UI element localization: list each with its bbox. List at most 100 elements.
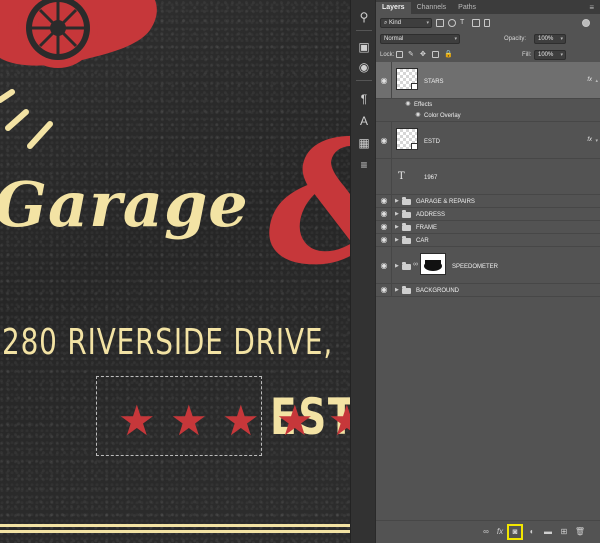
eye-icon[interactable]: ◉: [378, 135, 390, 147]
layer-row-frame[interactable]: ◉ ▶ FRAME: [376, 221, 600, 234]
expand-arrow-icon[interactable]: ▶: [395, 223, 399, 231]
filter-toggle-icon[interactable]: [582, 19, 590, 27]
eye-icon[interactable]: ◉: [378, 75, 390, 87]
type-filter-icon[interactable]: T: [460, 19, 468, 27]
layer-row-address[interactable]: ◉ ▶ ADDRESS: [376, 208, 600, 221]
fx-icon[interactable]: fx: [587, 137, 592, 143]
pixel-filter-icon[interactable]: [436, 19, 444, 27]
blend-mode-select[interactable]: Normal ▾: [380, 34, 460, 44]
folder-icon: [402, 223, 411, 231]
layer-mask-thumbnail[interactable]: [420, 253, 446, 275]
expand-arrow-icon[interactable]: ▶: [395, 236, 399, 244]
document-canvas[interactable]: & Garage 280 RIVERSIDE DRIVE, ★ ★ ★ ESTD…: [0, 0, 350, 543]
expand-arrow-icon[interactable]: ▶: [395, 197, 399, 205]
chevron-down-icon[interactable]: ▾: [595, 138, 598, 144]
layer-row-speedometer[interactable]: ◉ ▶ ∞ SPEEDOMETER: [376, 247, 600, 284]
row-divider: [391, 221, 392, 233]
lock-artboard-icon[interactable]: [432, 51, 439, 58]
chevron-up-icon[interactable]: ▴: [595, 78, 598, 84]
folder-icon: [402, 197, 411, 205]
lock-all-icon[interactable]: 🔒: [444, 51, 453, 58]
trash-icon[interactable]: 🗑: [574, 527, 586, 537]
effects-label: Effects: [414, 102, 433, 108]
search-icon: ⌕: [384, 20, 388, 26]
ampersand-graphic: &: [268, 118, 350, 288]
layer-row-car[interactable]: ◉ ▶ CAR: [376, 234, 600, 247]
info-icon[interactable]: ≡: [355, 156, 373, 174]
fx-icon[interactable]: fx: [494, 527, 506, 537]
eye-icon[interactable]: ◉: [378, 221, 390, 233]
smart-object-filter-icon[interactable]: [484, 19, 490, 27]
history-icon[interactable]: ▣: [355, 38, 373, 56]
expand-arrow-icon[interactable]: ▶: [395, 210, 399, 218]
layer-name[interactable]: FRAME: [416, 224, 437, 232]
eye-icon[interactable]: ◉: [378, 284, 390, 296]
lock-position-icon[interactable]: ✥: [420, 51, 427, 58]
garage-title: Garage: [0, 168, 249, 241]
expand-arrow-icon[interactable]: ▶: [395, 262, 399, 270]
address-text: 280 RIVERSIDE DRIVE,: [2, 322, 334, 363]
panel-tabs: Layers Channels Paths ≡: [376, 0, 600, 14]
layer-name[interactable]: STARS: [424, 78, 444, 86]
eye-icon[interactable]: ◉: [412, 110, 424, 120]
eye-icon[interactable]: ◉: [378, 234, 390, 246]
tab-paths[interactable]: Paths: [452, 2, 482, 14]
layer-name[interactable]: 1967: [424, 174, 437, 182]
link-icon[interactable]: ∞: [413, 261, 418, 268]
layer-row-estd[interactable]: ◉ ESTD fx ▾: [376, 122, 600, 159]
filter-row: ⌕ Kind ▾ T: [376, 16, 600, 30]
layer-row-1967[interactable]: T 1967: [376, 159, 600, 195]
eye-icon[interactable]: ◉: [378, 208, 390, 220]
smart-object-icon: [411, 83, 418, 90]
effects-row[interactable]: ◉ Effects: [376, 99, 600, 110]
layer-name[interactable]: ADDRESS: [416, 211, 445, 219]
row-divider: [391, 247, 392, 283]
tab-layers[interactable]: Layers: [376, 2, 411, 14]
color-overlay-row[interactable]: ◉ Color Overlay: [376, 110, 600, 122]
brush-settings-icon[interactable]: ⚲: [355, 8, 373, 26]
layer-row-stars[interactable]: ◉ STARS fx ▴: [376, 62, 600, 99]
opacity-field[interactable]: 100% ▾: [534, 34, 566, 44]
lock-image-icon[interactable]: ✎: [408, 51, 415, 58]
new-layer-icon[interactable]: ⊞: [558, 527, 570, 537]
properties-icon[interactable]: ◉: [355, 58, 373, 76]
layers-bottom-bar: ∞ fx ◙ ◐ ▬ ⊞ 🗑: [376, 520, 600, 543]
fill-field[interactable]: 100% ▾: [534, 50, 566, 60]
layer-name[interactable]: SPEEDOMETER: [452, 263, 498, 271]
shape-filter-icon[interactable]: [472, 19, 480, 27]
layers-panel: Layers Channels Paths ≡ ⌕ Kind ▾ T Norma…: [376, 0, 600, 543]
layer-name[interactable]: GARAGE & REPAIRS: [416, 198, 475, 206]
expand-arrow-icon[interactable]: ▶: [395, 286, 399, 294]
adjustment-icon[interactable]: ◐: [526, 527, 538, 537]
lock-row: Lock: ✎ ✥ 🔒 Fill: 100% ▾: [376, 48, 600, 62]
eye-icon[interactable]: ◉: [378, 195, 390, 207]
chevron-down-icon: ▾: [560, 36, 563, 42]
star-icon: ★: [328, 397, 350, 444]
libraries-icon[interactable]: ▦: [355, 134, 373, 152]
layer-row-garage-repairs[interactable]: ◉ ▶ GARAGE & REPAIRS: [376, 195, 600, 208]
layer-name[interactable]: BACKGROUND: [416, 287, 459, 295]
row-divider: [391, 284, 392, 296]
eye-icon[interactable]: ◉: [378, 260, 390, 272]
add-mask-icon[interactable]: ◙: [509, 527, 521, 537]
paragraph-icon[interactable]: ¶: [355, 90, 373, 108]
layer-name[interactable]: CAR: [416, 237, 429, 245]
panel-menu-icon[interactable]: ≡: [589, 2, 600, 14]
adjustment-filter-icon[interactable]: [448, 19, 456, 27]
speedometer-mask-icon: [424, 260, 442, 271]
new-group-icon[interactable]: ▬: [542, 527, 554, 537]
eye-icon[interactable]: ◉: [402, 99, 414, 109]
layer-row-background[interactable]: ◉ ▶ BACKGROUND: [376, 284, 600, 297]
layer-thumbnail: [396, 68, 418, 90]
character-icon[interactable]: A: [355, 112, 373, 130]
row-divider: [391, 208, 392, 220]
tab-channels[interactable]: Channels: [411, 2, 453, 14]
chevron-down-icon: ▾: [560, 52, 563, 58]
lock-transparent-icon[interactable]: [396, 51, 403, 58]
link-layers-icon[interactable]: ∞: [480, 527, 492, 537]
filter-kind-select[interactable]: ⌕ Kind ▾: [380, 18, 432, 28]
row-divider: [391, 234, 392, 246]
fx-icon[interactable]: fx: [587, 77, 592, 83]
effect-name: Color Overlay: [424, 113, 461, 119]
layer-name[interactable]: ESTD: [424, 138, 440, 146]
